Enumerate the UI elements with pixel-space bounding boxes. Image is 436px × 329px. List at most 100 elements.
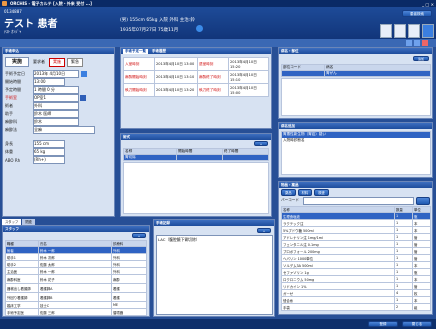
close-icon[interactable]	[422, 40, 428, 46]
field-row: ABO Rh (Rh+)	[5, 156, 112, 164]
table-row[interactable]: フェンタニル注 0.1mg 1 管	[281, 240, 431, 248]
table-row[interactable]: 臨床工学 技士C ME	[5, 301, 147, 309]
procedure-add-button[interactable]: +	[254, 141, 268, 146]
tab-tests[interactable]: 検査	[314, 189, 329, 196]
weight-field[interactable]: 65 kg	[33, 148, 65, 156]
table-cell: 1	[394, 261, 413, 269]
table-cell: 手術予定医	[5, 308, 39, 316]
table-cell: 瓶	[412, 212, 431, 220]
table-row[interactable]: アドレナリン注 1mg/1ml 1 管	[281, 233, 431, 241]
table-row[interactable]: 術者 鈴木 一郎 外科	[5, 246, 147, 254]
diagnosis-add-panel: 病名追加 胃悪性新生物（胃癌）疑い 入院時診断名	[278, 122, 433, 178]
close-button[interactable]: 閉じる	[402, 321, 432, 327]
anesthesia-method-field[interactable]: 全麻	[33, 126, 95, 134]
status-button-3[interactable]: 緊急	[67, 57, 83, 67]
table-row[interactable]: 器械出し看護師 看護師A 看護	[5, 283, 147, 293]
staff-panel: スタッフ + 職種 氏名 診療科 術者 鈴木 一郎 外科 助手1 鈴木 次郎 外科 助手…	[2, 225, 150, 317]
table-row[interactable]: 胃がん	[281, 70, 431, 77]
table-cell[interactable]: 2013年4月10日 13:20	[154, 83, 198, 97]
duration-field[interactable]: 1 時間 0 分	[33, 86, 79, 94]
field-row: 手術予定日 2013年 4月10日	[5, 70, 112, 78]
table-row[interactable]: 主治医 鈴木 一郎 外科	[5, 267, 147, 275]
table-row[interactable]: ソルデム3A 500ml 1 本	[281, 261, 431, 269]
calendar-icon[interactable]	[81, 71, 87, 77]
table-cell[interactable]: 2013年4月10日 15:00	[228, 83, 269, 97]
settings-icon[interactable]	[414, 40, 420, 46]
surgery-record-panel: 手術記録 + LAC（腹腔鏡下胃切除）	[153, 219, 275, 317]
table-cell	[281, 70, 325, 77]
tab-drugs[interactable]: 薬品	[281, 189, 296, 196]
diagnosis-add-button[interactable]: 追加	[413, 56, 429, 61]
blood-type-field[interactable]: (Rh+)	[33, 156, 65, 164]
calendar-icon[interactable]	[196, 25, 203, 32]
anesthesiologist-field[interactable]: 鈴木	[33, 118, 79, 126]
table-cell: 術者	[5, 246, 39, 254]
table-row[interactable]: リドカイン 1% 1 管	[281, 282, 431, 290]
tab-materials[interactable]: 材料	[297, 189, 313, 196]
table-cell: 管	[412, 254, 431, 262]
edit-icon[interactable]	[408, 24, 420, 38]
table-row[interactable]: 麻酔科医 鈴木 花子 麻酔	[5, 274, 147, 284]
table-cell: 技士C	[38, 301, 112, 309]
assistant-field[interactable]: 鈴木 医師	[33, 110, 79, 118]
field-row: 予定時間 1 時間 0 分	[5, 86, 112, 94]
chevron-down-icon[interactable]	[80, 95, 86, 101]
height-field[interactable]: 155 cm	[33, 140, 65, 148]
diagnosis-header: 病名・部位	[279, 48, 432, 54]
table-cell: 外回り看護師	[5, 292, 39, 302]
table-row[interactable]: 縫合糸 1 本	[281, 296, 431, 304]
table-cell[interactable]: 2013年4月10日 15:10	[228, 70, 269, 84]
table-row[interactable]: プロポフォール 200mg 1 管	[281, 247, 431, 255]
refresh-icon[interactable]	[406, 40, 412, 46]
table-cell: 組	[412, 303, 431, 311]
tab-schedule[interactable]: 手術予定一覧	[123, 48, 148, 54]
barcode-input[interactable]	[302, 196, 415, 205]
table-row[interactable]: 外回り看護師 看護師B 看護	[5, 292, 147, 302]
table-row[interactable]: ラクテック注 1 本	[281, 219, 431, 227]
surgery-record-text[interactable]: LAC（腹腔鏡下胃切除）	[156, 235, 273, 315]
start-time-field[interactable]: 13:00	[33, 78, 65, 86]
table-cell[interactable]: 2013年4月10日 13:10	[154, 70, 198, 84]
table-row[interactable]: 生理食塩液 1 瓶	[281, 212, 431, 220]
patient-search-button[interactable]: 患者検索	[402, 10, 432, 17]
tab-history[interactable]: 手術履歴	[150, 49, 168, 54]
panel-header: 手術申込	[3, 48, 114, 54]
room-select[interactable]: OP室1	[33, 94, 79, 102]
list-item[interactable]: 入院時診断名	[282, 138, 430, 144]
table-cell: 看護師B	[38, 292, 112, 302]
table-row[interactable]: セファゾリン 1g 1 瓶	[281, 268, 431, 276]
barcode-search-button[interactable]	[416, 196, 430, 205]
table-cell: 1	[394, 254, 413, 262]
table-row[interactable]: ガーゼ 4 枚	[281, 289, 431, 297]
help-icon[interactable]	[422, 24, 434, 38]
table-cell[interactable]: 2013年4月10日 15:20	[228, 57, 269, 71]
table-cell: ガーゼ	[281, 289, 395, 297]
footer-bar: 登録 閉じる	[0, 319, 436, 329]
record-edit-button[interactable]: +	[257, 228, 271, 233]
table-row[interactable]: 手袋 2 組	[281, 303, 431, 311]
surgeon-field[interactable]: 外科	[33, 102, 79, 110]
table-row[interactable]: 5%ブドウ糖 500ml 1 本	[281, 226, 431, 234]
sub-tool-icons[interactable]	[406, 40, 432, 46]
print-icon[interactable]	[394, 24, 406, 38]
table-row[interactable]: 助手1 鈴木 次郎 外科	[5, 253, 147, 261]
staff-add-button[interactable]: +	[132, 233, 146, 238]
table-row[interactable]: ヘパリン 1000単位 1 管	[281, 254, 431, 262]
field-row: 麻酔法 全麻	[5, 126, 112, 134]
table-cell[interactable]: 2013年4月10日 13:00	[154, 57, 198, 71]
register-button[interactable]: 登録	[368, 321, 398, 327]
table-row[interactable]: ロクロニウム 50mg 1 本	[281, 275, 431, 283]
table-cell: 麻酔終了時刻	[197, 70, 229, 84]
table-cell: 1	[394, 233, 413, 241]
status-button-1[interactable]: 実施	[5, 57, 29, 67]
field-row: 術者 外科	[5, 102, 112, 110]
date-field[interactable]: 2013年 4月10日	[33, 70, 79, 78]
table-row[interactable]: 手術予定医 佐藤 三郎 循環器	[5, 308, 147, 316]
save-icon[interactable]	[380, 24, 392, 38]
patient-id: 0134887	[4, 9, 22, 14]
table-row[interactable]: 助手2 佐藤 太郎 外科	[5, 260, 147, 268]
status-button-2[interactable]: 実施	[49, 57, 65, 67]
table-cell: 退室時刻	[197, 57, 229, 71]
table-cell: 1	[394, 240, 413, 248]
table-row[interactable]: 胃切除	[123, 154, 269, 161]
